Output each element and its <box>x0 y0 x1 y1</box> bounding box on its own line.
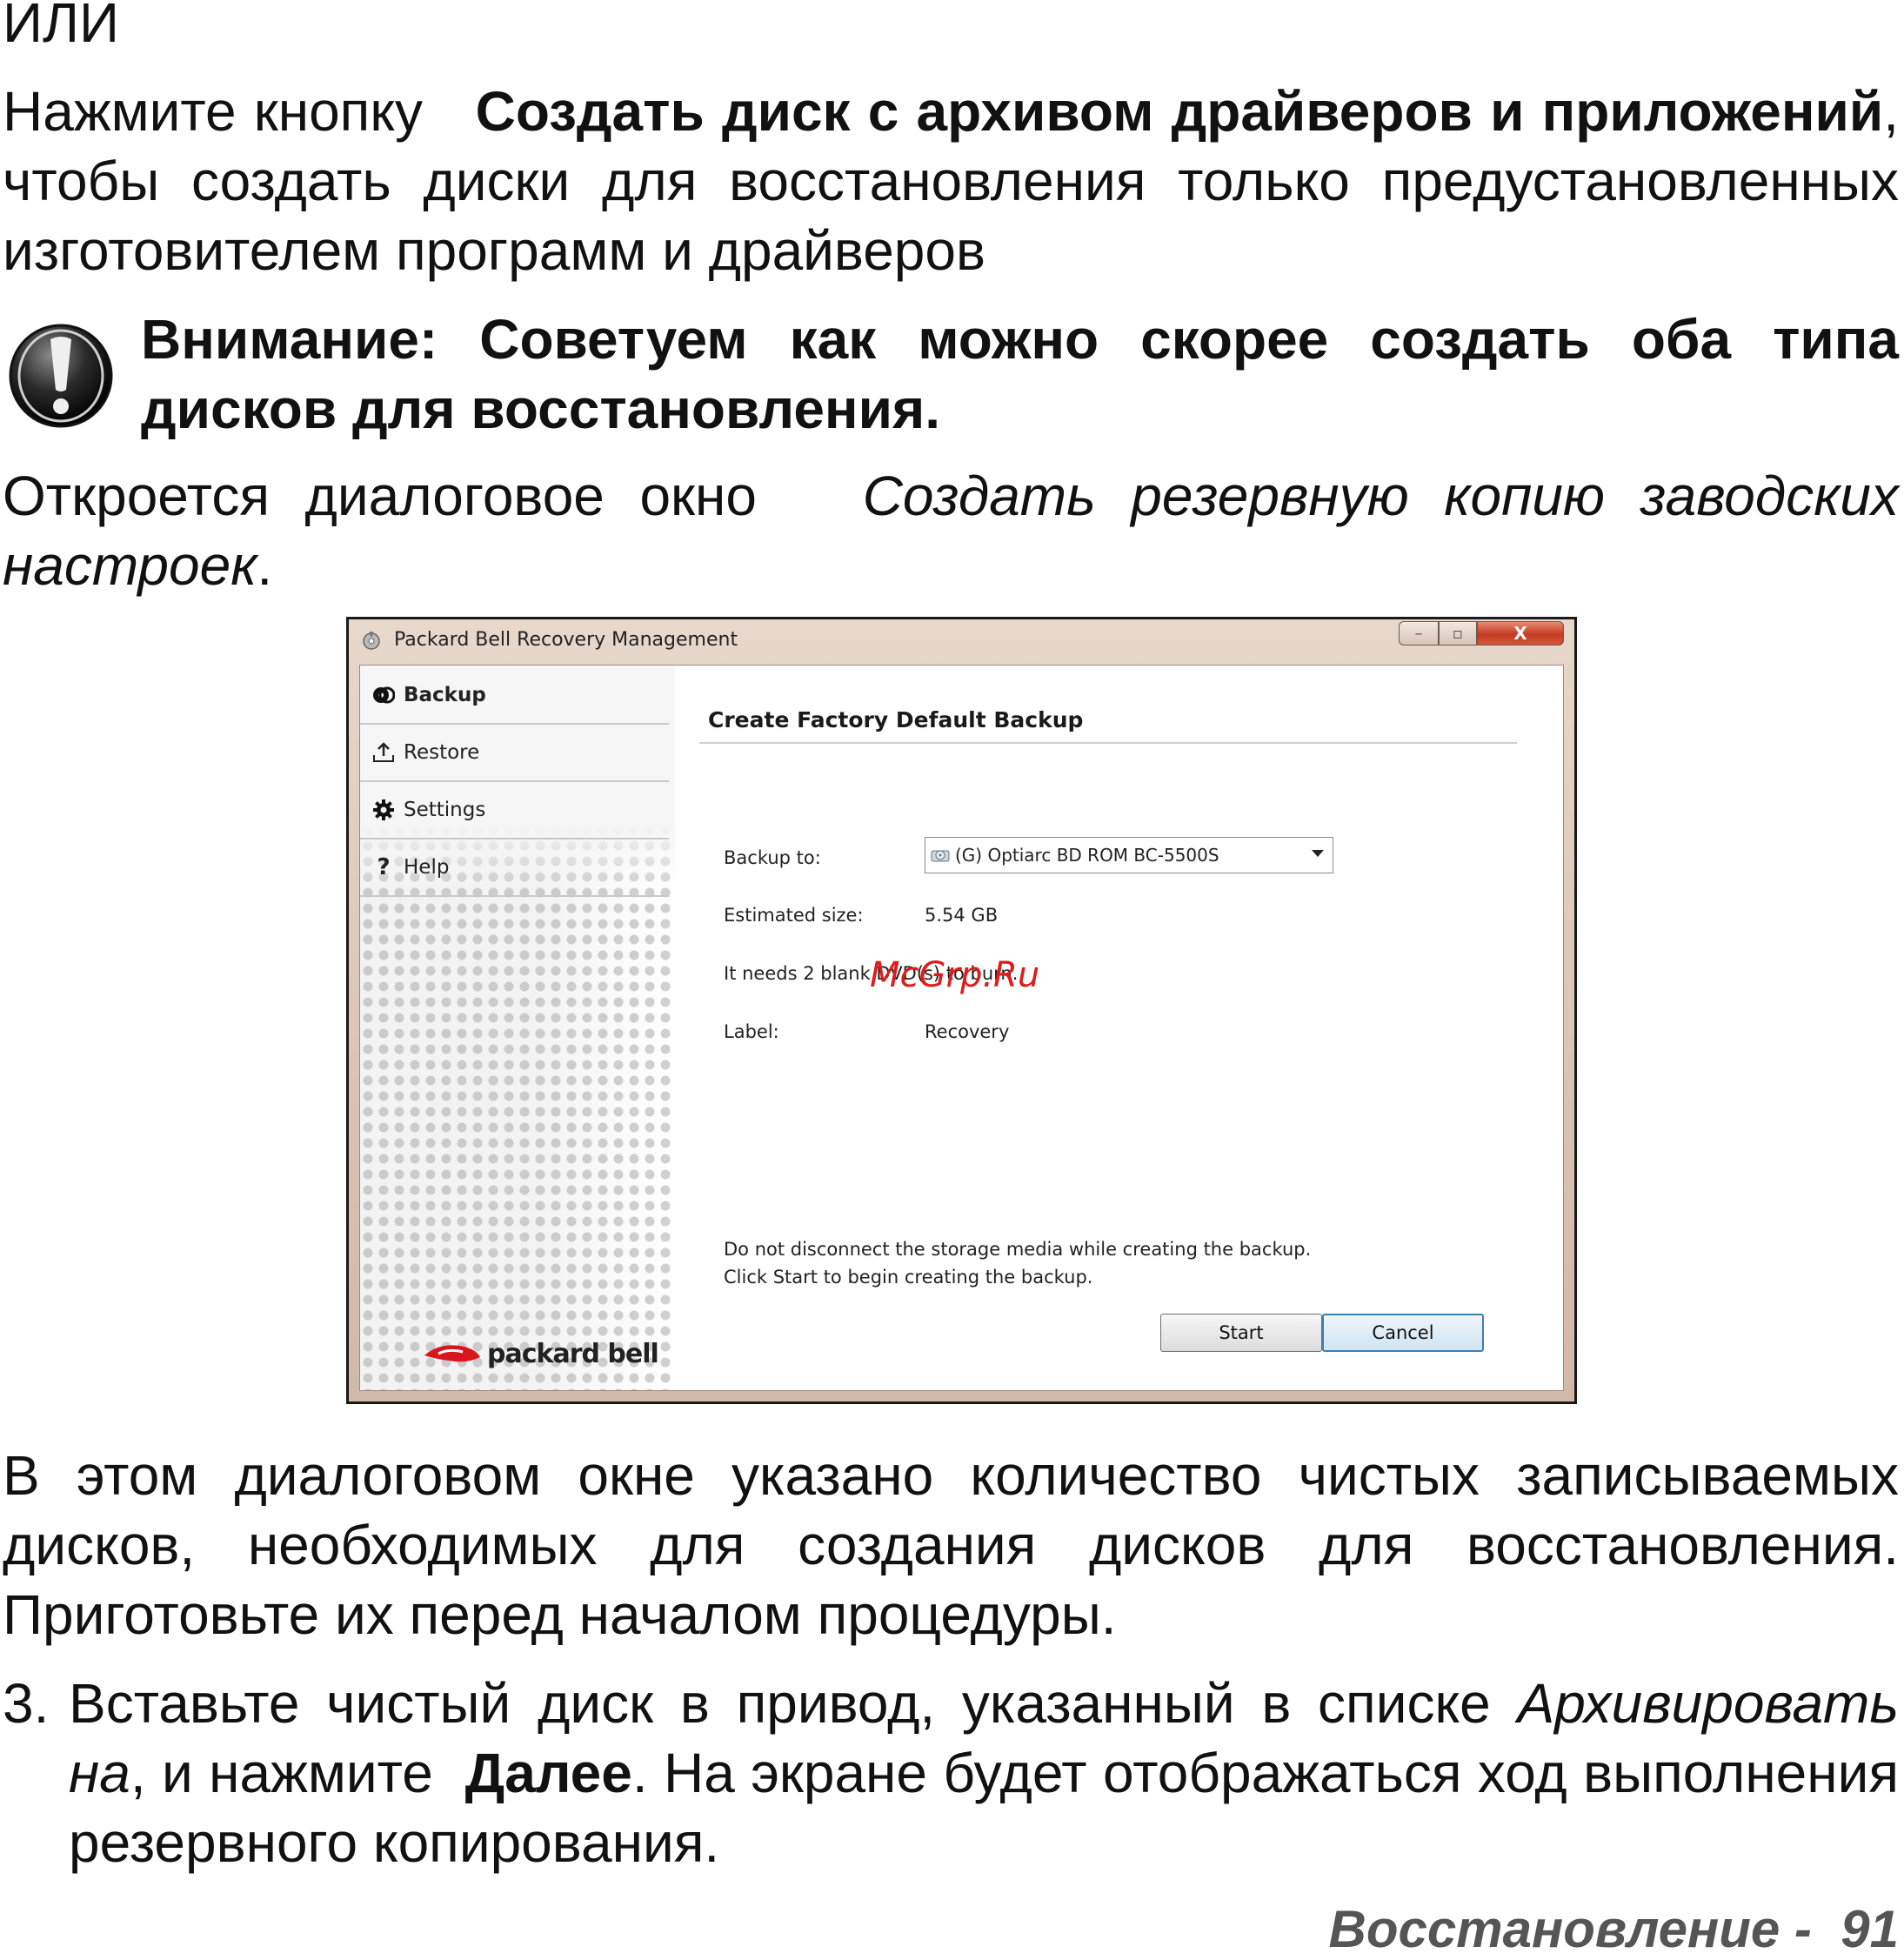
backup-drive-value: (G) Optiarc BD ROM BC-5500S <box>955 845 1219 866</box>
paragraph-create-disk: Нажмите кнопку Создать диск с архивом др… <box>3 77 1899 285</box>
warning-text: Внимание: Советуем как можно скорее созд… <box>141 308 1899 440</box>
warning-note: Do not disconnect the storage media whil… <box>724 1239 1312 1260</box>
backup-to-label: Backup to: <box>724 847 821 868</box>
recovery-app-icon <box>363 632 380 650</box>
window-client-area: Backup Restore Settings ? Help packard b… <box>359 665 1564 1391</box>
sidebar-item-help[interactable]: ? Help <box>360 840 669 897</box>
numbered-step-3: 3. Вставьте чистый диск в привод, указан… <box>3 1669 1899 1877</box>
top-word: ИЛИ <box>3 0 119 54</box>
panel-heading: Create Factory Default Backup <box>708 707 1084 732</box>
optical-drive-icon <box>931 850 950 862</box>
title-bar: Packard Bell Recovery Management – ▫ X <box>349 619 1574 663</box>
watermark-text: McGrp.Ru <box>870 955 1040 995</box>
step-3-bold-next: Далее <box>464 1742 632 1804</box>
disc-label-label: Label: <box>724 1021 779 1042</box>
main-panel: Create Factory Default Backup Backup to:… <box>675 666 1563 1390</box>
packard-bell-logo: packard bell <box>423 1338 659 1369</box>
step-3-text: Вставьте чистый диск в привод, указанный… <box>69 1669 1899 1877</box>
backup-disc-icon <box>372 684 395 706</box>
question-mark-icon: ? <box>377 854 391 880</box>
chevron-down-icon[interactable] <box>1312 850 1324 857</box>
estimated-size-label: Estimated size: <box>724 905 864 926</box>
paragraph-dialog-opens: Откроется диалоговое окно Создать резерв… <box>3 461 1899 600</box>
para1-bold-button-name: Создать диск с архивом драйверов и прило… <box>475 80 1884 143</box>
page-footer: Восстановление - 91 <box>1328 1900 1899 1958</box>
estimated-size-value: 5.54 GB <box>925 905 999 926</box>
minimize-button[interactable]: – <box>1399 621 1439 646</box>
sidebar-item-label: Backup <box>404 684 486 706</box>
para2-lead: Откроется диалоговое окно <box>3 465 757 527</box>
window-controls: – ▫ X <box>1399 621 1564 647</box>
cancel-button[interactable]: Cancel <box>1322 1314 1484 1352</box>
sidebar-item-restore[interactable]: Restore <box>360 725 669 782</box>
sidebar-item-label: Settings <box>404 799 486 821</box>
disc-label-value: Recovery <box>925 1021 1010 1042</box>
gear-icon <box>372 799 395 821</box>
step-3-part2: , и нажмите <box>130 1742 433 1804</box>
paragraph-dialog-info: В этом диалоговом окне указано количеств… <box>3 1444 1899 1646</box>
heading-divider <box>699 742 1517 744</box>
sidebar-item-label: Restore <box>404 741 480 764</box>
sidebar-item-backup[interactable]: Backup <box>360 667 669 725</box>
recovery-window-screenshot: Packard Bell Recovery Management – ▫ X B… <box>346 617 1577 1404</box>
close-button[interactable]: X <box>1477 621 1564 646</box>
maximize-button[interactable]: ▫ <box>1439 621 1477 646</box>
sidebar-item-label: Help <box>404 856 450 879</box>
start-button[interactable]: Start <box>1160 1314 1322 1352</box>
instruction-note: Click Start to begin creating the backup… <box>724 1267 1093 1288</box>
logo-text: packard bell <box>487 1338 659 1369</box>
window-title: Packard Bell Recovery Management <box>394 629 738 651</box>
step-3-part1: Вставьте чистый диск в привод, указанный… <box>69 1672 1491 1735</box>
restore-upload-icon <box>372 741 395 764</box>
warning-exclamation-icon <box>9 324 113 428</box>
packard-bell-swoosh-icon <box>424 1345 480 1362</box>
sidebar-item-settings[interactable]: Settings <box>360 782 669 840</box>
step-number: 3. <box>3 1672 50 1735</box>
para2-tail: . <box>257 534 273 597</box>
para1-lead: Нажмите кнопку <box>3 80 424 143</box>
sidebar: Backup Restore Settings ? Help packard b… <box>360 666 675 1390</box>
backup-drive-select[interactable]: (G) Optiarc BD ROM BC-5500S <box>925 837 1333 873</box>
